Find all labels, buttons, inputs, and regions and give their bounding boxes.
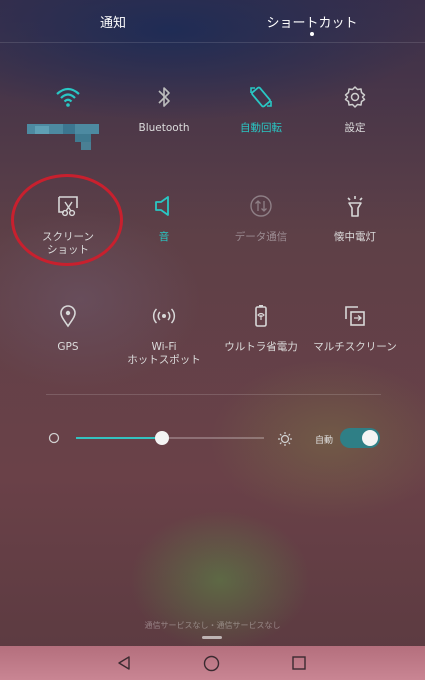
auto-brightness-toggle[interactable] [340, 428, 380, 448]
navigation-bar [0, 646, 425, 680]
rotate-icon [250, 86, 272, 108]
auto-brightness-label: 自動 [315, 436, 334, 446]
tiles-divider [46, 394, 381, 395]
home-icon[interactable] [203, 655, 220, 672]
active-tab-indicator [310, 32, 314, 36]
tile-data[interactable]: データ通信 [208, 193, 314, 283]
tile-label: ウルトラ省電力 [224, 341, 298, 353]
back-icon[interactable] [116, 655, 132, 671]
tile-hotspot[interactable]: Wi-Fi ホットスポット [111, 303, 217, 393]
location-pin-icon [60, 305, 76, 328]
tile-wifi[interactable] [15, 84, 121, 174]
tile-sound[interactable]: 音 [111, 193, 217, 283]
tile-label: 自動回転 [240, 122, 282, 134]
wifi-icon [56, 87, 80, 107]
speaker-icon [155, 196, 169, 216]
header-divider [0, 42, 425, 43]
tile-label: 音 [158, 231, 170, 243]
brightness-high-icon [278, 432, 292, 446]
hotspot-icon [152, 308, 176, 324]
multiscreen-icon [345, 306, 365, 326]
tile-flashlight[interactable]: 懐中電灯 [302, 193, 408, 283]
tile-settings[interactable]: 設定 [302, 84, 408, 174]
annotation-circle [11, 174, 123, 266]
drag-handle[interactable] [202, 636, 222, 639]
tile-label: GPS [57, 341, 79, 353]
brightness-slider-thumb[interactable] [155, 431, 169, 445]
data-transfer-icon [250, 195, 272, 217]
toggle-knob [362, 430, 378, 446]
tile-label: 懐中電灯 [334, 231, 376, 243]
wifi-network-name-pixelated [27, 124, 99, 150]
tile-label: Bluetooth [138, 122, 190, 134]
tile-ultra-power[interactable]: ウルトラ省電力 [208, 303, 314, 393]
bluetooth-icon [158, 87, 170, 107]
tile-bluetooth[interactable]: Bluetooth [111, 84, 217, 174]
tile-auto-rotate[interactable]: 自動回転 [208, 84, 314, 174]
flashlight-icon [347, 196, 363, 217]
tile-label: 設定 [344, 122, 366, 134]
brightness-slider-fill [76, 437, 162, 439]
tile-label: データ通信 [234, 231, 288, 243]
gear-icon [344, 86, 366, 108]
recents-icon[interactable] [292, 656, 306, 670]
tile-label: Wi-Fi ホットスポット [127, 341, 201, 366]
battery-leaf-icon [255, 305, 267, 327]
tab-notifications[interactable]: 通知 [90, 12, 136, 31]
tile-gps[interactable]: GPS [15, 303, 121, 393]
tile-label: マルチスクリーン [313, 341, 397, 353]
brightness-low-icon [48, 432, 60, 444]
carrier-status-text: 通信サービスなし・通信サービスなし [144, 621, 281, 630]
tile-multiscreen[interactable]: マルチスクリーン [302, 303, 408, 393]
tab-shortcuts[interactable]: ショートカット [262, 12, 362, 31]
